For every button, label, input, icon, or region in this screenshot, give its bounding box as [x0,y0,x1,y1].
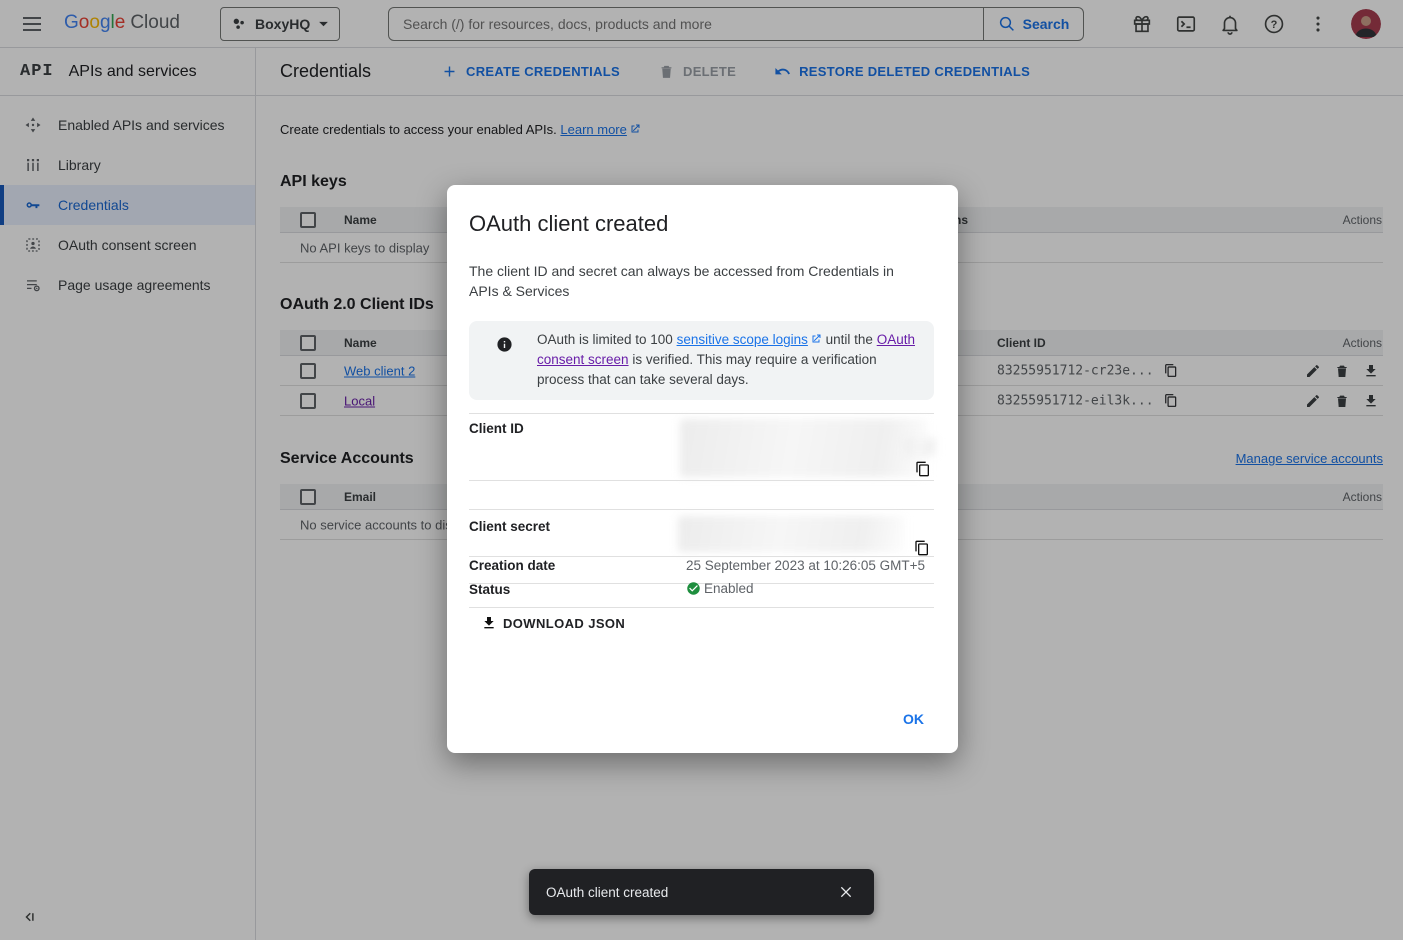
divider [469,556,934,557]
divider [469,413,934,414]
oauth-client-created-dialog: OAuth client created The client ID and s… [447,185,958,753]
download-icon [481,615,497,631]
creation-date-value: 25 September 2023 at 10:26:05 GMT+5 [686,558,925,573]
download-json-label: DOWNLOAD JSON [503,616,625,631]
snackbar: OAuth client created [529,869,874,915]
divider [469,607,934,608]
notice-box: OAuth is limited to 100 sensitive scope … [469,321,934,400]
ok-button[interactable]: OK [891,703,936,735]
redacted-client-id [905,438,937,456]
check-circle-icon [686,581,701,596]
creation-date-label: Creation date [469,558,555,573]
copy-client-secret-icon[interactable] [914,540,930,556]
sensitive-scope-logins-link[interactable]: sensitive scope logins [677,332,808,347]
divider [469,480,934,481]
close-icon[interactable] [838,884,854,900]
status-label: Status [469,582,510,597]
redacted-client-id [680,419,928,477]
status-badge: Enabled [686,581,754,596]
divider [469,509,934,510]
status-value: Enabled [704,581,754,596]
dialog-subtitle: The client ID and secret can always be a… [469,261,915,301]
copy-client-id-icon[interactable] [915,461,931,477]
snackbar-message: OAuth client created [546,885,838,900]
client-secret-label: Client secret [469,519,550,534]
dialog-title: OAuth client created [469,211,668,237]
notice-text: OAuth is limited to 100 sensitive scope … [537,330,919,390]
redacted-client-secret [678,516,905,552]
external-link-icon [810,333,822,345]
info-icon [496,336,513,353]
download-json-button[interactable]: DOWNLOAD JSON [481,615,625,631]
client-id-label: Client ID [469,421,524,436]
